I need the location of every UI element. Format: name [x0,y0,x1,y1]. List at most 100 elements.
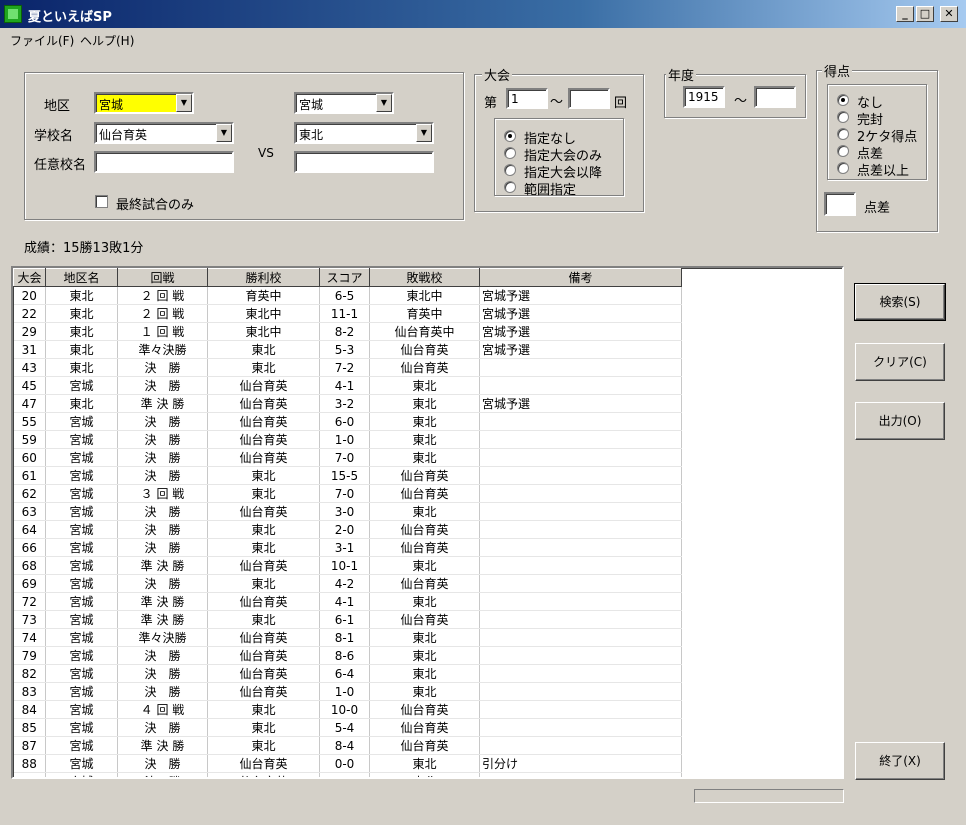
school1-select[interactable]: 仙台育英 ▼ [94,122,234,144]
school2-select[interactable]: 東北 ▼ [294,122,434,144]
search-button[interactable]: 検索(S) [854,283,946,321]
table-row[interactable]: 85 宮城決 勝東北 5-4 仙台育英 [13,718,682,737]
col-header-round[interactable]: 回戦 [117,268,208,287]
table-row[interactable]: 68 宮城準 決 勝仙台育英 10-1 東北 [13,556,682,575]
cell-round: ３ 回 戦 [117,484,208,503]
region2-select[interactable]: 宮城 ▼ [294,92,394,114]
cell-score: 1-0 [319,682,370,701]
table-row[interactable]: 87 宮城準 決 勝東北 8-4 仙台育英 [13,736,682,755]
table-row[interactable]: 60 宮城決 勝仙台育英 7-0 東北 [13,448,682,467]
results-grid[interactable]: 大会 地区名 回戦 勝利校 スコア 敗戦校 備考 20 東北 ２ 回 戦育英中 6-5… [11,266,844,779]
minimize-button[interactable]: _ [896,6,914,22]
table-row[interactable]: 69 宮城決 勝東北 4-2 仙台育英 [13,574,682,593]
cell-winner: 仙台育英 [207,664,320,683]
region1-select[interactable]: 宮城 ▼ [94,92,194,114]
table-row[interactable]: 73 宮城準 決 勝東北 6-1 仙台育英 [13,610,682,629]
tournament-from-input[interactable]: 1 [506,88,548,109]
score-radio-shutout[interactable] [837,111,849,123]
table-row[interactable]: 43 東北決 勝東北 7-2 仙台育英 [13,358,682,377]
year-to-input[interactable] [754,86,796,108]
table-row[interactable]: 47 東北準 決 勝仙台育英 3-2 東北 宮城予選 [13,394,682,413]
table-row[interactable]: 72 宮城準 決 勝仙台育英 4-1 東北 [13,592,682,611]
maximize-button[interactable]: □ [916,6,934,22]
cell-region: 東北 [45,394,118,413]
table-row[interactable]: 63 宮城決 勝仙台育英 3-0 東北 [13,502,682,521]
output-button[interactable]: 出力(O) [855,402,945,440]
clear-button[interactable]: クリア(C) [855,343,945,381]
cell-score: 10-1 [319,556,370,575]
table-row[interactable]: 20 東北 ２ 回 戦育英中 6-5 東北中 宮城予選 [13,286,682,305]
col-header-winner[interactable]: 勝利校 [207,268,320,287]
score-diff-input[interactable] [824,192,856,216]
tournament-from-value: 1 [511,92,519,106]
radio-none[interactable] [504,130,516,142]
table-row[interactable]: 55 宮城決 勝仙台育英 6-0 東北 [13,412,682,431]
cell-loser: 育英中 [369,304,480,323]
cell-tournament: 60 [13,448,46,467]
cell-region: 宮城 [45,592,118,611]
table-row[interactable]: 74 宮城 準々決勝 仙台育英 8-1 東北 [13,628,682,647]
cell-tournament: 22 [13,304,46,323]
table-row[interactable]: 88 宮城決 勝仙台育英 0-0 東北 引分け [13,754,682,773]
table-row[interactable]: 62 宮城 ３ 回 戦東北 7-0 仙台育英 [13,484,682,503]
table-row[interactable]: 29 東北 １ 回 戦東北中 8-2 仙台育英中 宮城予選 [13,322,682,341]
radio-specific-after[interactable] [504,164,516,176]
cell-region: 宮城 [45,718,118,737]
free-school1-input[interactable] [94,151,234,173]
menu-help[interactable]: ヘルプ(H) [80,32,134,49]
chevron-down-icon[interactable]: ▼ [416,124,432,142]
exit-button[interactable]: 終了(X) [855,742,945,780]
cell-winner: 育英中 [207,286,320,305]
col-header-note[interactable]: 備考 [479,268,682,287]
col-header-loser[interactable]: 敗戦校 [369,268,480,287]
final-only-label: 最終試合のみ [116,198,195,213]
cell-tournament: 74 [13,628,46,647]
cell-round: 決 勝 [117,430,208,449]
cell-winner: 東北 [207,340,320,359]
cell-region: 宮城 [45,772,118,777]
table-row[interactable]: 82 宮城決 勝仙台育英 6-4 東北 [13,664,682,683]
year-from-input[interactable]: 1915 [683,86,725,108]
chevron-down-icon[interactable]: ▼ [216,124,232,142]
table-row[interactable]: 88宮城決 勝仙台育英6-2東北 [13,772,682,777]
radio-range[interactable] [504,181,516,193]
cell-region: 宮城 [45,484,118,503]
cell-loser: 仙台育英 [369,340,480,359]
final-only-checkbox[interactable] [95,195,108,208]
cell-tournament: 85 [13,718,46,737]
table-row[interactable]: 22 東北 ２ 回 戦東北中 11-1 育英中 宮城予選 [13,304,682,323]
table-row[interactable]: 83 宮城決 勝仙台育英 1-0 東北 [13,682,682,701]
table-row[interactable]: 84 宮城 ４ 回 戦東北 10-0 仙台育英 [13,700,682,719]
table-row[interactable]: 79 宮城決 勝仙台育英 8-6 東北 [13,646,682,665]
score-radio-diff[interactable] [837,145,849,157]
table-row[interactable]: 31 東北 準々決勝 東北 5-3 仙台育英 宮城予選 [13,340,682,359]
table-row[interactable]: 59 宮城決 勝仙台育英 1-0 東北 [13,430,682,449]
table-row[interactable]: 45 宮城決 勝仙台育英 4-1 東北 [13,376,682,395]
cell-region: 宮城 [45,682,118,701]
score-radio-double-digit[interactable] [837,128,849,140]
cell-round: 準 決 勝 [117,736,208,755]
col-header-region[interactable]: 地区名 [45,268,118,287]
chevron-down-icon[interactable]: ▼ [376,94,392,112]
cell-loser: 仙台育英 [369,466,480,485]
col-header-tournament[interactable]: 大会 [13,268,46,287]
table-row[interactable]: 64 宮城決 勝東北 2-0 仙台育英 [13,520,682,539]
cell-score: 10-0 [319,700,370,719]
cell-tournament: 47 [13,394,46,413]
menu-file[interactable]: ファイル(F) [10,32,74,49]
cell-winner: 東北 [207,466,320,485]
table-row[interactable]: 66 宮城決 勝東北 3-1 仙台育英 [13,538,682,557]
cell-tournament: 84 [13,700,46,719]
score-radio-none[interactable] [837,94,849,106]
table-row[interactable]: 61 宮城決 勝東北 15-5 仙台育英 [13,466,682,485]
cell-region: 宮城 [45,556,118,575]
chevron-down-icon[interactable]: ▼ [176,94,192,112]
menu-bar: ファイル(F) ヘルプ(H) [0,28,966,50]
tournament-to-input[interactable] [568,88,610,109]
free-school2-input[interactable] [294,151,434,173]
score-radio-diff-over[interactable] [837,162,849,174]
cell-score: 6-2 [319,772,370,777]
col-header-score[interactable]: スコア [319,268,370,287]
close-button[interactable]: ✕ [940,6,958,22]
radio-specific-only[interactable] [504,147,516,159]
